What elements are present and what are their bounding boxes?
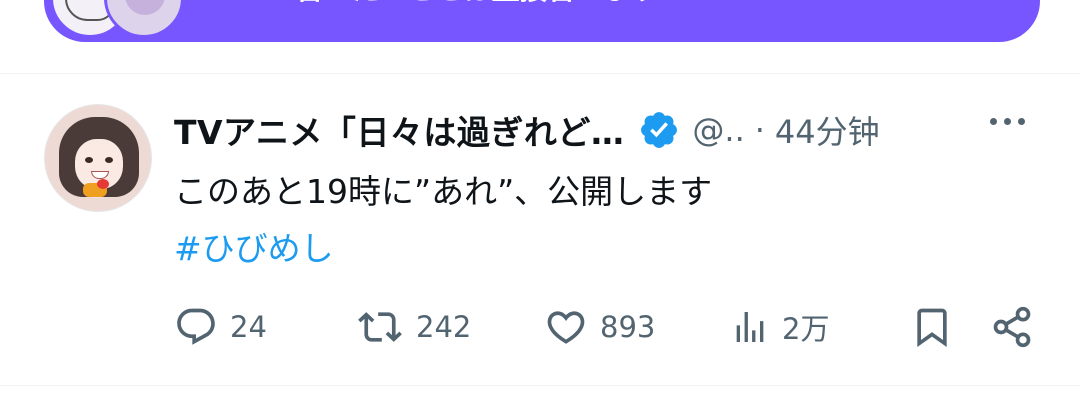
views-chart-icon: [736, 312, 764, 342]
like-button[interactable]: 893: [544, 304, 655, 350]
reply-button[interactable]: 24: [174, 304, 267, 350]
views-button[interactable]: 2万: [730, 304, 829, 350]
verified-badge-icon: [641, 112, 678, 148]
tweet-actions: 24 242 893 2万: [174, 304, 1044, 350]
tweet-feed-page: +152 言いたいことは直接言います!!!! TVアニメ「日々は過ぎれど… @.…: [0, 0, 1080, 410]
display-name[interactable]: TVアニメ「日々は過ぎれど…: [174, 106, 624, 154]
timestamp[interactable]: 44分钟: [775, 107, 880, 153]
tweet-header: TVアニメ「日々は過ぎれど… @.. · 44分钟: [174, 106, 880, 154]
reply-icon: [177, 308, 215, 345]
avatar[interactable]: [44, 104, 152, 212]
heart-icon: [547, 311, 585, 344]
separator-dot: ·: [754, 111, 765, 149]
more-options-icon[interactable]: [990, 118, 1025, 125]
like-count: 893: [600, 310, 656, 344]
hashtag-link[interactable]: #ひびめし: [174, 222, 334, 270]
retweet-count: 242: [416, 310, 472, 344]
retweet-icon: [358, 312, 402, 342]
bookmark-button[interactable]: [910, 304, 954, 350]
divider: [0, 73, 1080, 74]
spaces-speaker-avatar[interactable]: [104, 0, 184, 38]
views-count: 2万: [782, 312, 830, 346]
bookmark-icon: [917, 308, 947, 348]
user-handle[interactable]: @..: [692, 111, 744, 149]
share-icon: [993, 306, 1031, 348]
divider: [0, 385, 1080, 386]
spaces-title: +152 言いたいことは直接言います!!!!: [204, 0, 711, 8]
share-button[interactable]: [990, 304, 1034, 350]
spaces-live-bar[interactable]: +152 言いたいことは直接言います!!!!: [44, 0, 1040, 42]
reply-count: 24: [230, 310, 267, 344]
tweet-text: このあと19時に”あれ”、公開します: [174, 172, 713, 211]
retweet-button[interactable]: 242: [356, 304, 471, 350]
